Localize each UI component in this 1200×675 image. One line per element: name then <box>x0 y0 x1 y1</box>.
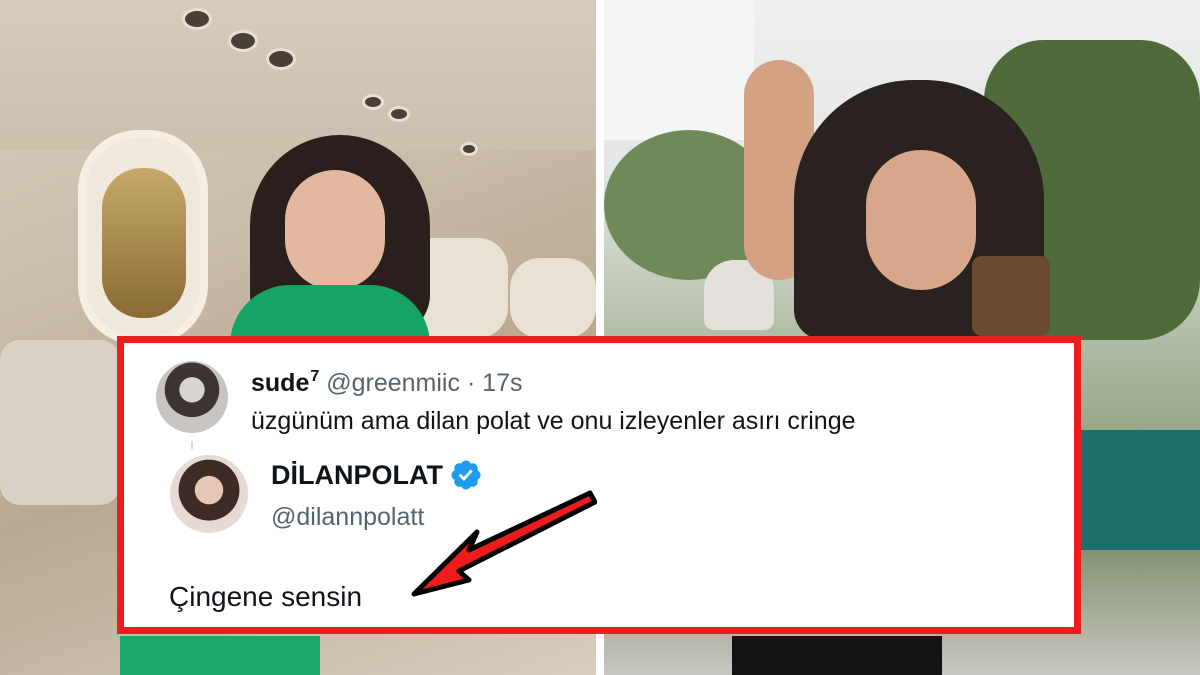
tweet-text: üzgünüm ama dilan polat ve onu izleyenle… <box>251 407 856 435</box>
person-face <box>285 170 385 290</box>
avatar[interactable] <box>156 361 228 433</box>
cabin-window-view <box>102 168 186 318</box>
author-display-name[interactable]: sude <box>251 369 309 397</box>
black-dress <box>732 636 942 675</box>
cabin-light <box>362 94 384 110</box>
tweet-author-line: sude7 @greenmiic · 17s <box>251 368 523 398</box>
avatar[interactable] <box>170 455 248 533</box>
phone-case <box>972 256 1050 336</box>
red-arrow-icon <box>411 490 597 597</box>
reply-handle[interactable]: @dilannpolatt <box>271 503 424 532</box>
thread-line <box>191 441 193 449</box>
tweet-card: sude7 @greenmiic · 17s üzgünüm ama dilan… <box>117 336 1081 634</box>
tweet-timestamp[interactable]: 17s <box>482 369 522 397</box>
green-outfit-bottom <box>120 636 320 675</box>
white-canopy <box>604 0 754 140</box>
cabin-ceiling <box>0 0 596 150</box>
reply-author-line: DİLANPOLAT <box>271 459 483 491</box>
pool <box>1080 430 1200 550</box>
author-name-superscript: 7 <box>310 368 320 385</box>
cabin-light <box>460 142 478 156</box>
reply-display-name[interactable]: DİLANPOLAT <box>271 460 443 491</box>
seat-cushion <box>0 340 120 505</box>
cabin-light <box>266 48 296 70</box>
cabin-light <box>228 30 258 52</box>
verified-badge-icon <box>451 460 481 490</box>
cabin-light <box>182 8 212 30</box>
cabin-seat <box>510 258 596 338</box>
cabin-light <box>388 106 410 122</box>
author-handle[interactable]: @greenmiic <box>326 369 460 397</box>
reply-text: Çingene sensin <box>169 581 363 612</box>
person-face <box>866 150 976 290</box>
cabin-window <box>78 130 208 345</box>
separator: · <box>466 369 476 397</box>
